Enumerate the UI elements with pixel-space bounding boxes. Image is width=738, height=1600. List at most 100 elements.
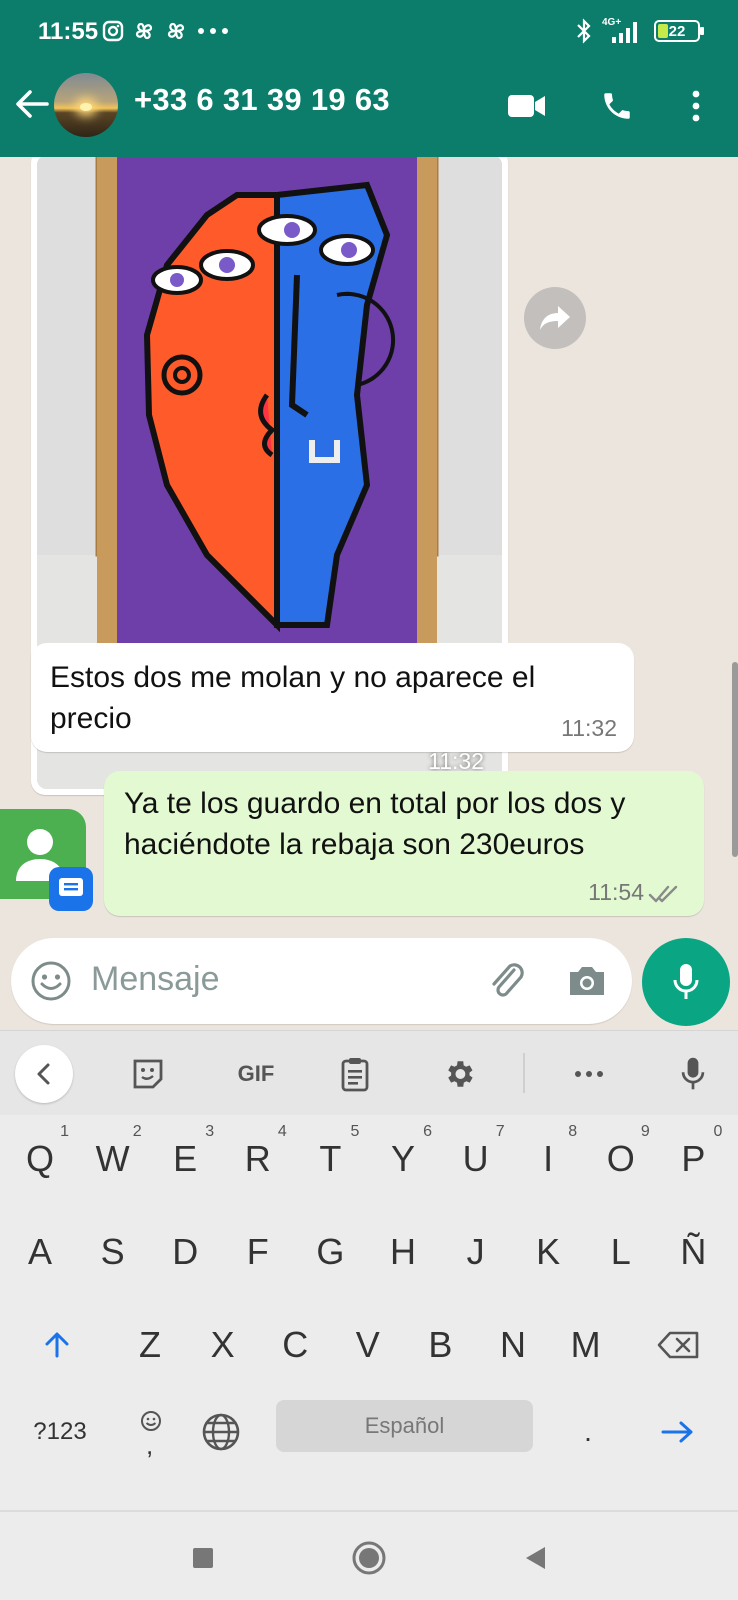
clipboard-icon	[341, 1058, 369, 1092]
sticker-icon	[133, 1059, 163, 1089]
backspace-key[interactable]	[643, 1301, 713, 1389]
floating-contacts-bubble[interactable]	[0, 809, 93, 911]
key-hint: 5	[350, 1123, 360, 1140]
shift-key[interactable]	[22, 1301, 92, 1389]
key-hint: 4	[277, 1123, 287, 1140]
contact-name[interactable]: +33 6 31 39 19 63	[134, 82, 390, 118]
key-b[interactable]: B	[405, 1301, 475, 1389]
key-h[interactable]: H	[368, 1208, 438, 1296]
voice-call-button[interactable]	[593, 82, 641, 130]
pinwheel-icon	[135, 22, 153, 40]
key-u[interactable]: U7	[441, 1115, 511, 1203]
key-hint: 7	[495, 1123, 505, 1140]
key-g[interactable]: G	[295, 1208, 365, 1296]
key-label: K	[536, 1231, 561, 1272]
chat-area[interactable]: 11:32 Estos dos me molan y no aparece el…	[0, 157, 738, 1030]
key-i[interactable]: I8	[513, 1115, 583, 1203]
key-ñ[interactable]: Ñ	[658, 1208, 728, 1296]
app-bar: +33 6 31 39 19 63	[0, 64, 738, 157]
key-label: Y	[390, 1138, 415, 1179]
message-placeholder[interactable]: Mensaje	[91, 960, 220, 999]
scrollbar[interactable]	[732, 662, 738, 857]
gif-button[interactable]: GIF	[228, 1051, 284, 1097]
key-v[interactable]: V	[333, 1301, 403, 1389]
chevron-left-icon	[37, 1063, 50, 1085]
key-r[interactable]: R4	[223, 1115, 293, 1203]
key-c[interactable]: C	[260, 1301, 330, 1389]
signal-icon: 4G+	[602, 17, 644, 45]
period-key[interactable]: .	[553, 1388, 623, 1476]
language-key[interactable]	[186, 1388, 256, 1476]
paperclip-icon[interactable]	[484, 958, 530, 1004]
key-w[interactable]: W2	[78, 1115, 148, 1203]
video-call-button[interactable]	[503, 82, 551, 130]
key-a[interactable]: A	[5, 1208, 75, 1296]
pinwheel-icon	[167, 22, 185, 40]
key-label: I	[543, 1138, 554, 1179]
more-notifications-icon	[198, 28, 228, 34]
notification-icons	[102, 16, 230, 46]
key-label: E	[173, 1138, 198, 1179]
back-arrow-icon	[16, 90, 49, 118]
status-right: 4G+ 22	[576, 16, 704, 46]
settings-button[interactable]	[436, 1051, 482, 1097]
contact-avatar[interactable]	[54, 73, 118, 137]
instagram-icon	[102, 20, 124, 42]
message-input[interactable]: Mensaje	[11, 938, 632, 1024]
home-button[interactable]	[349, 1538, 389, 1578]
key-k[interactable]: K	[513, 1208, 583, 1296]
key-label: H	[390, 1231, 416, 1272]
incoming-message[interactable]: Estos dos me molan y no aparece el preci…	[31, 643, 634, 752]
key-label: L	[610, 1231, 631, 1272]
back-nav-button[interactable]	[515, 1538, 555, 1578]
voice-input-button[interactable]	[670, 1051, 716, 1097]
recents-button[interactable]	[183, 1538, 223, 1578]
key-m[interactable]: M	[551, 1301, 621, 1389]
shift-arrow-icon	[45, 1332, 69, 1358]
back-button[interactable]	[12, 84, 52, 124]
emoji-comma-key[interactable]: ,	[116, 1388, 186, 1476]
symbols-key[interactable]: ?123	[20, 1388, 100, 1476]
key-label: W	[95, 1138, 130, 1179]
key-d[interactable]: D	[150, 1208, 220, 1296]
key-e[interactable]: E3	[150, 1115, 220, 1203]
emoji-icon[interactable]	[29, 959, 73, 1003]
key-label: U	[462, 1138, 489, 1179]
key-q[interactable]: Q1	[5, 1115, 75, 1203]
enter-key[interactable]	[643, 1388, 713, 1476]
forward-button[interactable]	[524, 287, 586, 349]
key-z[interactable]: Z	[115, 1301, 185, 1389]
collapse-toolbar-button[interactable]	[15, 1045, 73, 1103]
sticker-button[interactable]	[125, 1051, 171, 1097]
key-label: Ñ	[680, 1231, 707, 1272]
status-time: 11:55	[38, 18, 99, 45]
camera-icon[interactable]	[564, 958, 610, 1004]
key-label: G	[316, 1231, 345, 1272]
key-label: T	[319, 1138, 342, 1179]
clipboard-button[interactable]	[332, 1051, 378, 1097]
key-l[interactable]: L	[586, 1208, 656, 1296]
key-label: B	[428, 1324, 453, 1365]
key-label: V	[355, 1324, 380, 1365]
key-s[interactable]: S	[78, 1208, 148, 1296]
key-y[interactable]: Y6	[368, 1115, 438, 1203]
key-hint: 2	[132, 1123, 142, 1140]
more-options-button[interactable]	[672, 82, 720, 130]
top-bar: 11:55 4G+ 22 +33 6 31 39 19 63	[0, 0, 738, 157]
key-label: O	[606, 1138, 635, 1179]
key-grid: Q1W2E3R4T5Y6U7I8O9P0ASDFGHJKLÑZXCVBNM	[0, 1115, 738, 1515]
key-t[interactable]: T5	[295, 1115, 365, 1203]
space-bar[interactable]: Español	[276, 1400, 533, 1452]
key-x[interactable]: X	[188, 1301, 258, 1389]
battery-level: 22	[668, 22, 686, 40]
key-o[interactable]: O9	[586, 1115, 656, 1203]
more-tools-button[interactable]	[566, 1051, 612, 1097]
messages-app-badge	[49, 867, 93, 911]
key-f[interactable]: F	[223, 1208, 293, 1296]
key-p[interactable]: P0	[658, 1115, 728, 1203]
key-j[interactable]: J	[441, 1208, 511, 1296]
key-hint: 9	[640, 1123, 650, 1140]
outgoing-message[interactable]: Ya te los guardo en total por los dos y …	[104, 771, 704, 916]
voice-note-button[interactable]	[642, 938, 730, 1026]
key-n[interactable]: N	[478, 1301, 548, 1389]
